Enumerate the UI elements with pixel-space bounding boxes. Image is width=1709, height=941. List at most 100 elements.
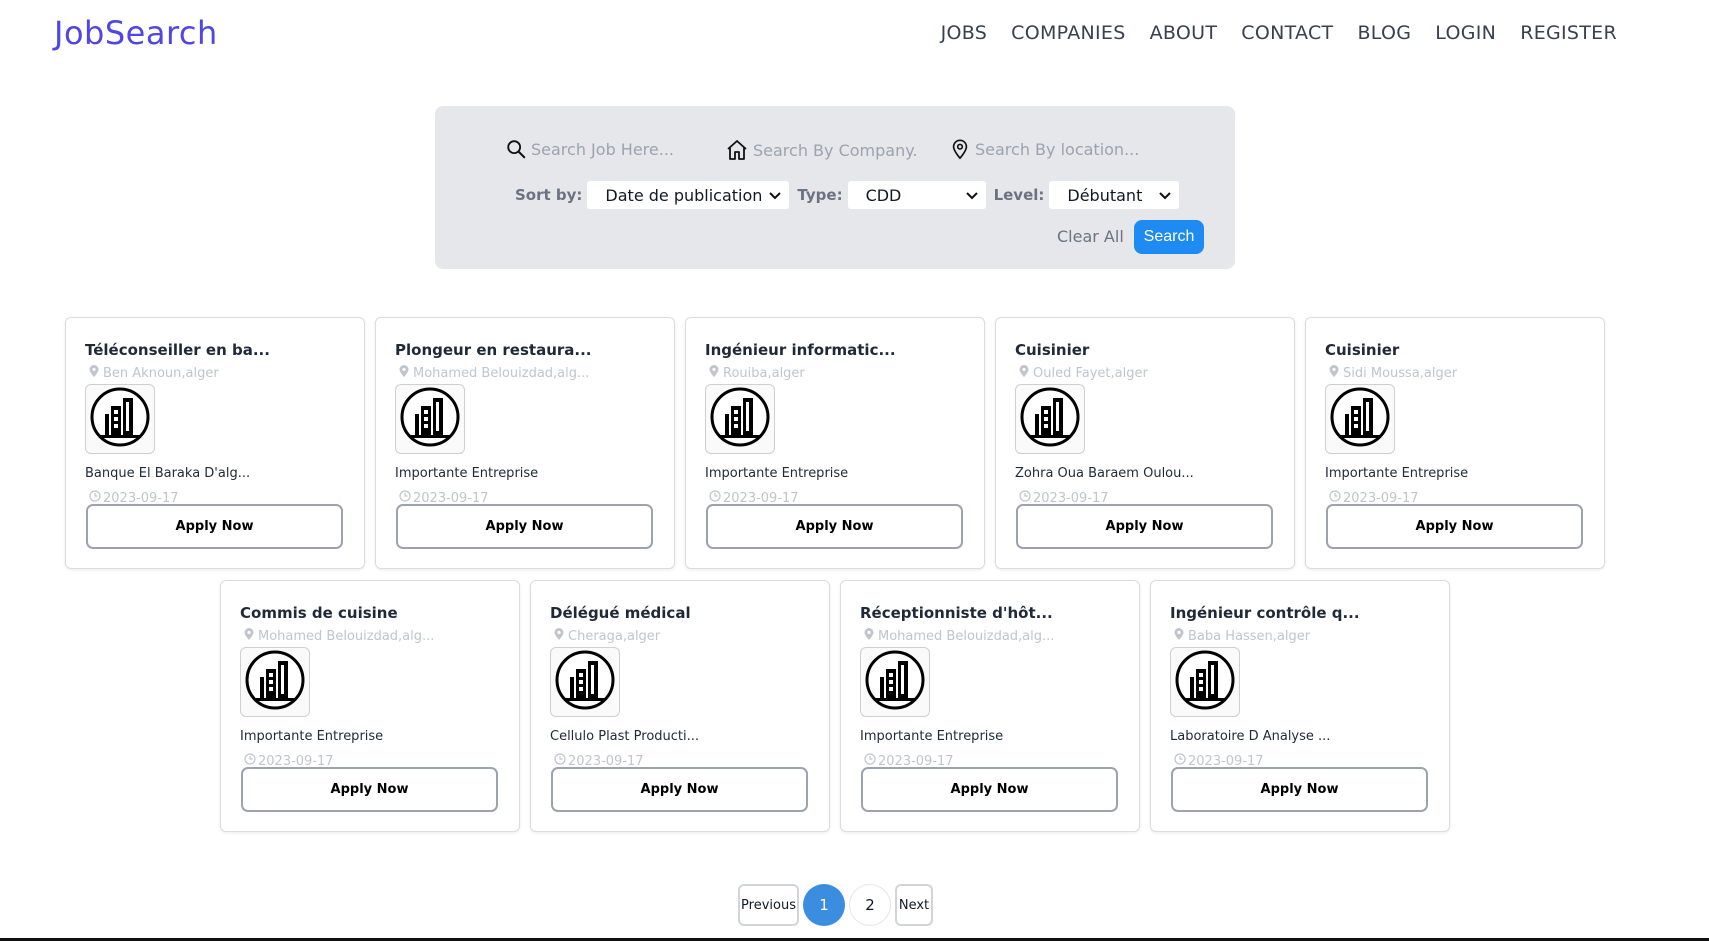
- apply-now-button[interactable]: Apply Now: [86, 504, 343, 549]
- search-button[interactable]: Search: [1134, 220, 1204, 254]
- sort-select[interactable]: Date de publication: [587, 181, 790, 209]
- nav-register[interactable]: REGISTER: [1520, 22, 1617, 44]
- job-card[interactable]: Téléconseiller en ba... Ben Aknoun,alger B…: [65, 317, 365, 569]
- sort-label: Sort by:: [515, 186, 583, 204]
- company-name: Importante Entreprise: [240, 729, 384, 744]
- nav-login[interactable]: LOGIN: [1435, 22, 1496, 44]
- company-name: Banque El Baraka D'alg...: [85, 466, 251, 481]
- job-location-text: Ouled Fayet,alger: [1033, 365, 1148, 381]
- location-pin-icon: [1019, 365, 1029, 381]
- top-navbar: JobSearch JOBS COMPANIES ABOUT CONTACT B…: [0, 0, 1709, 70]
- job-location-text: Mohamed Belouizdad,alg...: [878, 628, 1055, 644]
- company-name: Importante Entreprise: [1325, 466, 1469, 481]
- company-name: Cellulo Plast Producti...: [550, 729, 700, 744]
- apply-now-button[interactable]: Apply Now: [1326, 504, 1583, 549]
- building-icon: [244, 649, 306, 715]
- nav-companies[interactable]: COMPANIES: [1011, 22, 1125, 44]
- type-select[interactable]: CDD: [847, 181, 986, 209]
- company-logo: [550, 647, 620, 717]
- job-title[interactable]: Cuisinier: [1325, 341, 1399, 359]
- company-logo: [240, 647, 310, 717]
- job-card[interactable]: Délégué médical Cheraga,alger Cellulo Plas…: [530, 580, 830, 832]
- job-location-text: Mohamed Belouizdad,alg...: [413, 365, 590, 381]
- apply-now-button[interactable]: Apply Now: [1016, 504, 1273, 549]
- job-title[interactable]: Ingénieur informatic...: [705, 341, 896, 359]
- company-logo: [1015, 384, 1085, 454]
- building-icon: [709, 386, 771, 452]
- apply-now-button[interactable]: Apply Now: [551, 767, 808, 812]
- job-location-text: Baba Hassen,alger: [1188, 628, 1311, 644]
- building-icon: [554, 649, 616, 715]
- company-logo: [1325, 384, 1395, 454]
- nav-contact[interactable]: CONTACT: [1241, 22, 1333, 44]
- previous-page-button[interactable]: Previous: [738, 884, 799, 926]
- location-search-input[interactable]: [975, 139, 1140, 159]
- next-page-button[interactable]: Next: [895, 884, 933, 926]
- company-logo: [705, 384, 775, 454]
- apply-now-button[interactable]: Apply Now: [861, 767, 1118, 812]
- job-title[interactable]: Cuisinier: [1015, 341, 1089, 359]
- company-name: Laboratoire D Analyse ...: [1170, 729, 1331, 744]
- job-card[interactable]: Réceptionniste d'hôt... Mohamed Belouizda…: [840, 580, 1140, 832]
- building-icon: [89, 386, 151, 452]
- job-card[interactable]: Commis de cuisine Mohamed Belouizdad,alg.…: [220, 580, 520, 832]
- apply-now-button[interactable]: Apply Now: [396, 504, 653, 549]
- company-logo: [860, 647, 930, 717]
- job-card[interactable]: Ingénieur contrôle q... Baba Hassen,alger…: [1150, 580, 1450, 832]
- job-search-field: [505, 138, 696, 160]
- company-logo: [395, 384, 465, 454]
- location-search-field: [949, 138, 1140, 160]
- home-icon: [727, 140, 747, 160]
- location-pin-icon: [864, 628, 874, 644]
- nav-jobs[interactable]: JOBS: [941, 22, 988, 44]
- company-search-field: [725, 138, 918, 162]
- company-name: Importante Entreprise: [395, 466, 539, 481]
- apply-now-button[interactable]: Apply Now: [241, 767, 498, 812]
- search-panel: Sort by: Date de publication Type: CDD L…: [435, 106, 1235, 269]
- company-logo: [85, 384, 155, 454]
- job-title[interactable]: Délégué médical: [550, 604, 691, 622]
- job-title[interactable]: Commis de cuisine: [240, 604, 398, 622]
- apply-now-button[interactable]: Apply Now: [706, 504, 963, 549]
- job-location: Rouiba,alger: [709, 365, 805, 381]
- page-2-button[interactable]: 2: [849, 884, 891, 926]
- building-icon: [1019, 386, 1081, 452]
- nav-about[interactable]: ABOUT: [1150, 22, 1218, 44]
- main-nav: JOBS COMPANIES ABOUT CONTACT BLOG LOGIN …: [941, 22, 1617, 44]
- building-icon: [864, 649, 926, 715]
- type-label: Type:: [797, 186, 843, 204]
- job-location: Mohamed Belouizdad,alg...: [864, 628, 1054, 644]
- location-pin-icon: [1329, 365, 1339, 381]
- apply-now-button[interactable]: Apply Now: [1171, 767, 1428, 812]
- level-select[interactable]: Débutant: [1049, 181, 1180, 209]
- job-title[interactable]: Réceptionniste d'hôt...: [860, 604, 1053, 622]
- building-icon: [1329, 386, 1391, 452]
- job-search-input[interactable]: [531, 139, 696, 159]
- job-card[interactable]: Cuisinier Ouled Fayet,alger Zohra Oua Bara…: [995, 317, 1295, 569]
- clear-all-button[interactable]: Clear All: [1057, 227, 1124, 246]
- building-icon: [1174, 649, 1236, 715]
- job-title[interactable]: Téléconseiller en ba...: [85, 341, 270, 359]
- chevron-down-icon: [769, 192, 782, 200]
- job-location: Ouled Fayet,alger: [1019, 365, 1148, 381]
- job-card[interactable]: Ingénieur informatic... Rouiba,alger Impor…: [685, 317, 985, 569]
- job-card[interactable]: Plongeur en restaura... Mohamed Belouizda…: [375, 317, 675, 569]
- company-name: Importante Entreprise: [860, 729, 1004, 744]
- pagination: Previous 1 2 Next: [738, 884, 933, 926]
- location-pin-icon: [89, 365, 99, 381]
- type-value: CDD: [865, 185, 902, 205]
- job-title[interactable]: Plongeur en restaura...: [395, 341, 592, 359]
- company-search-input[interactable]: [753, 140, 918, 160]
- nav-blog[interactable]: BLOG: [1357, 22, 1411, 44]
- sort-value: Date de publication: [605, 185, 763, 205]
- job-title[interactable]: Ingénieur contrôle q...: [1170, 604, 1360, 622]
- job-card[interactable]: Cuisinier Sidi Moussa,alger Importante Ent…: [1305, 317, 1605, 569]
- map-pin-icon: [952, 139, 968, 160]
- job-location: Baba Hassen,alger: [1174, 628, 1310, 644]
- level-value: Débutant: [1067, 185, 1143, 205]
- brand-logo[interactable]: JobSearch: [54, 14, 218, 52]
- company-name: Importante Entreprise: [705, 466, 849, 481]
- page-1-button[interactable]: 1: [803, 884, 845, 926]
- chevron-down-icon: [1159, 192, 1172, 200]
- building-icon: [399, 386, 461, 452]
